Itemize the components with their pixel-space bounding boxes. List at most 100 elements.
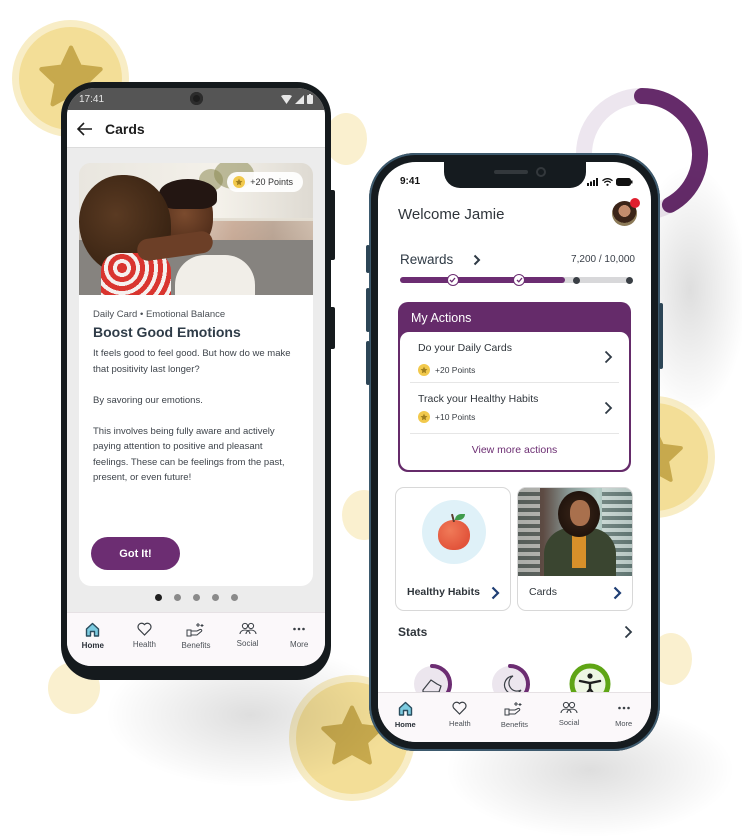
tile-label: Cards xyxy=(529,586,558,598)
chevron-right-icon[interactable] xyxy=(604,401,613,415)
tab-social[interactable]: Social xyxy=(545,701,593,742)
tab-label: Home xyxy=(394,720,416,729)
tab-health[interactable]: Health xyxy=(120,622,168,649)
android-phone: 17:41 Cards +20 Points Daily Card • Emot… xyxy=(61,82,335,680)
bottom-tab-bar: Home Health Benefits Social More xyxy=(378,692,651,742)
pager-dot[interactable] xyxy=(173,594,181,601)
tile-cards[interactable]: Cards xyxy=(517,487,633,611)
battery-icon xyxy=(616,177,633,186)
tile-label: Healthy Habits xyxy=(407,586,480,598)
tab-label: More xyxy=(615,719,633,728)
welcome-heading: Welcome Jamie xyxy=(398,206,505,223)
my-actions-title: My Actions xyxy=(411,311,472,325)
view-more-actions-link[interactable]: View more actions xyxy=(410,434,619,456)
tab-home[interactable]: Home xyxy=(381,701,429,742)
chevron-right-icon[interactable] xyxy=(604,350,613,364)
status-time: 17:41 xyxy=(79,93,105,105)
pager-dot[interactable] xyxy=(230,594,238,601)
decor-dot xyxy=(325,113,367,165)
apple-icon xyxy=(422,500,486,564)
iphone-screen: 9:41 Welcome Jamie Rewards 7,200 / 10,00… xyxy=(378,162,651,742)
tab-more[interactable]: More xyxy=(275,622,323,649)
action-points: +10 Points xyxy=(435,412,476,422)
signal-icon xyxy=(587,177,598,186)
milestone-check-icon xyxy=(513,274,526,286)
action-item-daily-cards[interactable]: Do your Daily Cards +20 Points xyxy=(410,332,619,383)
tab-benefits[interactable]: Benefits xyxy=(172,622,220,650)
tab-home[interactable]: Home xyxy=(69,622,117,650)
notification-badge xyxy=(630,198,640,208)
signal-icon xyxy=(295,94,304,104)
tab-benefits[interactable]: Benefits xyxy=(490,701,538,742)
action-title: Do your Daily Cards xyxy=(418,342,512,354)
chevron-right-icon[interactable] xyxy=(491,586,500,600)
rewards-progress-fill xyxy=(400,277,565,283)
pager-dot[interactable] xyxy=(192,594,200,601)
card-paragraph: This involves being fully aware and acti… xyxy=(93,425,285,484)
my-actions-panel: My Actions Do your Daily Cards +20 Point… xyxy=(398,302,631,472)
back-arrow-icon[interactable] xyxy=(77,121,93,136)
status-bar: 17:41 xyxy=(67,88,325,110)
daily-card: +20 Points Daily Card • Emotional Balanc… xyxy=(79,163,313,586)
tile-healthy-habits[interactable]: Healthy Habits xyxy=(395,487,511,611)
stats-label: Stats xyxy=(398,625,428,639)
card-pager xyxy=(67,594,325,601)
heart-icon xyxy=(452,701,467,715)
tab-label: Social xyxy=(558,718,580,727)
card-title: Boost Good Emotions xyxy=(93,324,241,340)
tab-health[interactable]: Health xyxy=(436,701,484,742)
side-button xyxy=(366,341,370,385)
card-text: It feels good to feel good. But how do w… xyxy=(93,346,299,486)
points-label: +20 Points xyxy=(250,177,293,187)
benefits-hand-icon xyxy=(186,622,206,637)
tab-more[interactable]: More xyxy=(600,701,648,742)
milestone-dot xyxy=(625,276,633,284)
tab-label: Home xyxy=(81,641,104,650)
woman-photo xyxy=(518,488,632,576)
rewards-row[interactable]: Rewards 7,200 / 10,000 xyxy=(400,252,635,267)
benefits-hand-icon xyxy=(504,701,524,716)
heart-icon xyxy=(137,622,152,636)
status-time: 9:41 xyxy=(400,176,421,187)
side-button xyxy=(366,288,370,332)
chevron-right-icon[interactable] xyxy=(624,625,633,639)
page-title: Cards xyxy=(105,120,145,137)
bottom-tab-bar: Home Health Benefits Social More xyxy=(67,612,325,666)
chevron-right-icon[interactable] xyxy=(613,586,622,600)
action-title: Track your Healthy Habits xyxy=(418,393,539,405)
pager-dot[interactable] xyxy=(154,594,162,601)
star-coin-icon xyxy=(233,176,246,188)
action-item-healthy-habits[interactable]: Track your Healthy Habits +10 Points xyxy=(410,383,619,434)
card-paragraph: It feels good to feel good. But how do w… xyxy=(93,348,291,375)
battery-icon xyxy=(307,94,313,104)
side-button xyxy=(331,307,335,349)
pager-dot[interactable] xyxy=(211,594,219,601)
people-icon xyxy=(560,701,578,714)
status-bar: 9:41 xyxy=(400,176,633,187)
tab-social[interactable]: Social xyxy=(224,622,272,648)
action-points: +20 Points xyxy=(435,365,476,375)
star-coin-icon xyxy=(418,411,430,423)
stats-row[interactable]: Stats xyxy=(398,625,633,639)
side-button xyxy=(331,190,335,260)
rewards-label: Rewards xyxy=(400,252,454,267)
card-photo: +20 Points xyxy=(79,163,313,295)
side-button xyxy=(366,245,370,273)
avatar[interactable] xyxy=(612,198,640,226)
tab-label: Benefits xyxy=(500,720,529,729)
tab-label: More xyxy=(290,640,309,649)
got-it-button[interactable]: Got It! xyxy=(91,537,180,570)
tab-label: Benefits xyxy=(181,641,211,650)
more-dots-icon xyxy=(292,622,306,636)
wifi-icon xyxy=(602,177,613,186)
android-screen: 17:41 Cards +20 Points Daily Card • Emot… xyxy=(67,88,325,666)
star-coin-icon xyxy=(418,364,430,376)
iphone: 9:41 Welcome Jamie Rewards 7,200 / 10,00… xyxy=(366,153,663,751)
chevron-right-icon[interactable] xyxy=(473,254,481,266)
rewards-progress-bar xyxy=(400,274,633,286)
tab-label: Health xyxy=(449,719,471,728)
wifi-icon xyxy=(281,94,292,104)
tab-label: Social xyxy=(236,639,259,648)
tab-label: Health xyxy=(132,640,156,649)
home-icon xyxy=(398,701,413,716)
